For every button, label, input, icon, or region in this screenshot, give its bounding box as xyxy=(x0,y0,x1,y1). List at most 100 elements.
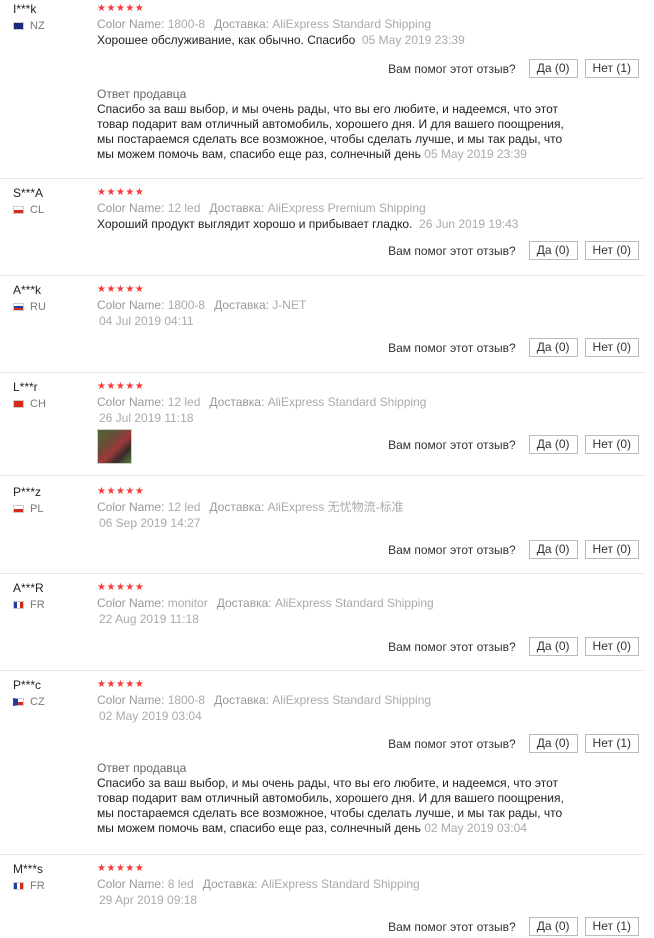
color-name-value: 1800-8 xyxy=(167,17,206,31)
reviewer-country: RU xyxy=(30,301,46,313)
no-button[interactable]: Нет (0) xyxy=(584,241,639,260)
yes-button[interactable]: Да (0) xyxy=(528,435,578,454)
reviewer-country: FR xyxy=(30,880,45,892)
helpful-prompt: Вам помог этот отзыв? Да (0) Нет (0) xyxy=(388,338,639,357)
color-name-label: Color Name: xyxy=(97,500,165,514)
review-item: A***R FR ★★★★★ Color Name: monitor Достав… xyxy=(0,579,644,671)
yes-button[interactable]: Да (0) xyxy=(528,241,578,260)
review-text: Хорошее обслуживание, как обычно. Спасиб… xyxy=(97,33,356,47)
review-text: Хороший продукт выглядит хорошо и прибыв… xyxy=(97,217,413,231)
reviewer-country: CZ xyxy=(30,696,45,708)
star-rating: ★★★★★ xyxy=(97,486,145,497)
delivery-value: AliExpress Standard Shipping xyxy=(260,877,420,891)
color-name-value: 1800-8 xyxy=(167,298,206,312)
delivery-label: Доставка: xyxy=(214,17,269,31)
reviewer-info: P***c CZ xyxy=(13,678,45,708)
helpful-question: Вам помог этот отзыв? xyxy=(388,437,516,452)
star-rating: ★★★★★ xyxy=(97,3,145,14)
delivery-label: Доставка: xyxy=(209,500,265,514)
color-name-value: 1800-8 xyxy=(167,693,206,707)
no-button[interactable]: Нет (1) xyxy=(584,734,639,753)
star-rating: ★★★★★ xyxy=(97,582,145,593)
yes-button[interactable]: Да (0) xyxy=(528,734,578,753)
review-date: 06 Sep 2019 14:27 xyxy=(99,516,201,530)
reviewer-info: L***r CH xyxy=(13,380,46,410)
reviewer-name: I***k xyxy=(13,2,37,16)
seller-reply-date: 02 May 2019 03:04 xyxy=(424,821,527,835)
reviewer-name: P***c xyxy=(13,678,42,692)
delivery-value: AliExpress 无忧物流-标准 xyxy=(267,500,404,514)
helpful-question: Вам помог этот отзыв? xyxy=(388,919,516,934)
delivery-value: AliExpress Standard Shipping xyxy=(272,693,432,707)
reviewer-info: A***k RU xyxy=(13,283,46,313)
color-name-value: 12 led xyxy=(167,395,201,409)
helpful-prompt: Вам помог этот отзыв? Да (0) Нет (0) xyxy=(388,241,639,260)
helpful-question: Вам помог этот отзыв? xyxy=(388,736,516,751)
flag-cz-icon xyxy=(13,698,24,706)
yes-button[interactable]: Да (0) xyxy=(528,637,578,656)
flag-nz-icon xyxy=(13,22,24,30)
color-name-label: Color Name: xyxy=(97,596,165,610)
review-date: 04 Jul 2019 04:11 xyxy=(99,314,194,328)
reviewer-country: CH xyxy=(30,398,46,410)
color-name-value: 8 led xyxy=(167,877,194,891)
color-name-label: Color Name: xyxy=(97,201,165,215)
reviewer-info: I***k NZ xyxy=(13,2,45,32)
yes-button[interactable]: Да (0) xyxy=(528,540,578,559)
reviewer-name: M***s xyxy=(13,862,44,876)
flag-pl-icon xyxy=(13,505,24,513)
reviewer-info: P***z PL xyxy=(13,485,43,515)
review-item: P***c CZ ★★★★★ Color Name: 1800-8 Доставк… xyxy=(0,676,644,855)
delivery-label: Доставка: xyxy=(214,298,269,312)
helpful-question: Вам помог этот отзыв? xyxy=(388,639,516,654)
reviewer-info: S***A CL xyxy=(13,186,44,216)
no-button[interactable]: Нет (1) xyxy=(584,59,639,78)
helpful-question: Вам помог этот отзыв? xyxy=(388,243,516,258)
reviewer-country: FR xyxy=(30,599,45,611)
no-button[interactable]: Нет (0) xyxy=(584,637,639,656)
no-button[interactable]: Нет (1) xyxy=(584,917,639,936)
star-rating: ★★★★★ xyxy=(97,187,145,198)
seller-reply: Ответ продавца Спасибо за ваш выбор, и м… xyxy=(97,86,577,162)
no-button[interactable]: Нет (0) xyxy=(584,435,639,454)
flag-fr-icon xyxy=(13,601,24,609)
yes-button[interactable]: Да (0) xyxy=(528,59,578,78)
review-item: I***k NZ ★★★★★ Color Name: 1800-8 Доставк… xyxy=(0,0,644,179)
yes-button[interactable]: Да (0) xyxy=(528,338,578,357)
flag-fr-icon xyxy=(13,882,24,890)
review-date: 02 May 2019 03:04 xyxy=(99,709,202,723)
delivery-label: Доставка: xyxy=(209,201,265,215)
color-name-value: monitor xyxy=(167,596,208,610)
helpful-question: Вам помог этот отзыв? xyxy=(388,340,516,355)
no-button[interactable]: Нет (0) xyxy=(584,338,639,357)
flag-ru-icon xyxy=(13,303,24,311)
flag-cl-icon xyxy=(13,206,24,214)
reviewer-name: A***R xyxy=(13,581,44,595)
color-name-label: Color Name: xyxy=(97,693,165,707)
star-rating: ★★★★★ xyxy=(97,284,145,295)
review-date: 29 Apr 2019 09:18 xyxy=(99,893,198,907)
review-date: 05 May 2019 23:39 xyxy=(362,33,465,47)
delivery-value: AliExpress Standard Shipping xyxy=(272,17,432,31)
seller-reply: Ответ продавца Спасибо за ваш выбор, и м… xyxy=(97,760,577,836)
seller-reply-title: Ответ продавца xyxy=(97,87,187,101)
delivery-value: J-NET xyxy=(272,298,307,312)
review-item: S***A CL ★★★★★ Color Name: 12 led Доставк… xyxy=(0,184,644,276)
reviews-feed: I***k NZ ★★★★★ Color Name: 1800-8 Доставк… xyxy=(0,0,654,938)
helpful-prompt: Вам помог этот отзыв? Да (0) Нет (0) xyxy=(388,540,639,559)
yes-button[interactable]: Да (0) xyxy=(528,917,578,936)
color-name-label: Color Name: xyxy=(97,877,165,891)
reviewer-country: NZ xyxy=(30,20,45,32)
reviewer-country: CL xyxy=(30,204,45,216)
reviewer-info: A***R FR xyxy=(13,581,45,611)
delivery-value: AliExpress Standard Shipping xyxy=(274,596,434,610)
reviewer-country: PL xyxy=(30,503,44,515)
no-button[interactable]: Нет (0) xyxy=(584,540,639,559)
review-photo-thumbnail[interactable] xyxy=(97,429,132,464)
review-date: 22 Aug 2019 11:18 xyxy=(99,612,199,626)
delivery-value: AliExpress Premium Shipping xyxy=(267,201,426,215)
color-name-label: Color Name: xyxy=(97,298,165,312)
delivery-label: Доставка: xyxy=(209,395,265,409)
star-rating: ★★★★★ xyxy=(97,863,145,874)
color-name-value: 12 led xyxy=(167,500,201,514)
